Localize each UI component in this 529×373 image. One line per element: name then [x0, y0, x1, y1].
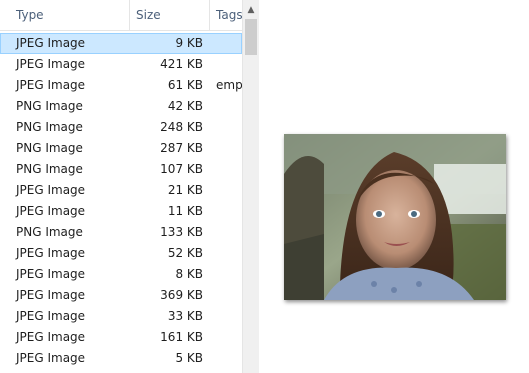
file-type-cell: PNG Image: [16, 162, 83, 176]
scrollbar-track[interactable]: [245, 57, 257, 373]
file-type-cell: JPEG Image: [16, 204, 86, 218]
file-row[interactable]: PNG Image 42 KB: [0, 96, 242, 117]
file-size-cell: 21 KB: [167, 183, 203, 197]
file-row[interactable]: JPEG Image 61 KB emp: [0, 75, 242, 96]
column-header-type[interactable]: Type: [0, 0, 129, 30]
file-type-cell: JPEG Image: [16, 288, 86, 302]
file-size-cell: 11 KB: [167, 204, 203, 218]
file-tags-cell: emp: [216, 78, 242, 92]
file-type-cell: PNG Image: [16, 120, 83, 134]
preview-photo: [284, 134, 506, 300]
file-row[interactable]: JPEG Image 21 KB: [0, 180, 242, 201]
file-row[interactable]: JPEG Image 369 KB: [0, 285, 242, 306]
file-type-cell: JPEG Image: [16, 351, 86, 365]
image-preview: [284, 134, 506, 300]
file-row[interactable]: JPEG Image 9 KB: [0, 33, 242, 54]
file-size-cell: 107 KB: [160, 162, 203, 176]
file-row[interactable]: PNG Image 248 KB: [0, 117, 242, 138]
file-size-cell: 161 KB: [160, 330, 203, 344]
preview-pane: [259, 0, 529, 373]
chevron-up-icon[interactable]: ▲: [243, 2, 259, 18]
column-header-bar: Type Size Tags: [0, 0, 242, 31]
file-size-cell: 5 KB: [175, 351, 203, 365]
file-row[interactable]: JPEG Image 52 KB: [0, 243, 242, 264]
file-size-cell: 52 KB: [167, 246, 203, 260]
file-type-cell: JPEG Image: [16, 57, 86, 71]
file-type-cell: JPEG Image: [16, 309, 86, 323]
file-type-cell: JPEG Image: [16, 246, 86, 260]
column-header-size[interactable]: Size: [129, 0, 209, 30]
file-type-cell: JPEG Image: [16, 183, 86, 197]
file-type-cell: JPEG Image: [16, 267, 86, 281]
file-size-cell: 133 KB: [160, 225, 203, 239]
file-list-pane[interactable]: Type Size Tags JPEG Image 9 KB JPEG Image 4…: [0, 0, 242, 373]
file-row[interactable]: PNG Image 107 KB: [0, 159, 242, 180]
file-type-cell: PNG Image: [16, 99, 83, 113]
file-type-cell: PNG Image: [16, 225, 83, 239]
file-row[interactable]: PNG Image 133 KB: [0, 222, 242, 243]
file-size-cell: 9 KB: [175, 36, 203, 50]
file-row[interactable]: JPEG Image 161 KB: [0, 327, 242, 348]
file-rows: JPEG Image 9 KB JPEG Image 421 KB JPEG Image…: [0, 33, 242, 369]
file-size-cell: 248 KB: [160, 120, 203, 134]
file-type-cell: JPEG Image: [16, 78, 86, 92]
file-size-cell: 8 KB: [175, 267, 203, 281]
file-size-cell: 369 KB: [160, 288, 203, 302]
column-header-tags[interactable]: Tags: [209, 0, 242, 30]
file-size-cell: 42 KB: [167, 99, 203, 113]
file-type-cell: PNG Image: [16, 141, 83, 155]
file-row[interactable]: JPEG Image 11 KB: [0, 201, 242, 222]
file-size-cell: 287 KB: [160, 141, 203, 155]
scrollbar-thumb[interactable]: [245, 19, 257, 55]
file-row[interactable]: JPEG Image 33 KB: [0, 306, 242, 327]
file-size-cell: 61 KB: [167, 78, 203, 92]
file-type-cell: JPEG Image: [16, 330, 86, 344]
vertical-scrollbar[interactable]: ▲: [242, 0, 259, 373]
file-row[interactable]: PNG Image 287 KB: [0, 138, 242, 159]
file-size-cell: 33 KB: [167, 309, 203, 323]
file-row[interactable]: JPEG Image 5 KB: [0, 348, 242, 369]
file-row[interactable]: JPEG Image 8 KB: [0, 264, 242, 285]
file-row[interactable]: JPEG Image 421 KB: [0, 54, 242, 75]
file-size-cell: 421 KB: [160, 57, 203, 71]
file-type-cell: JPEG Image: [16, 36, 86, 50]
